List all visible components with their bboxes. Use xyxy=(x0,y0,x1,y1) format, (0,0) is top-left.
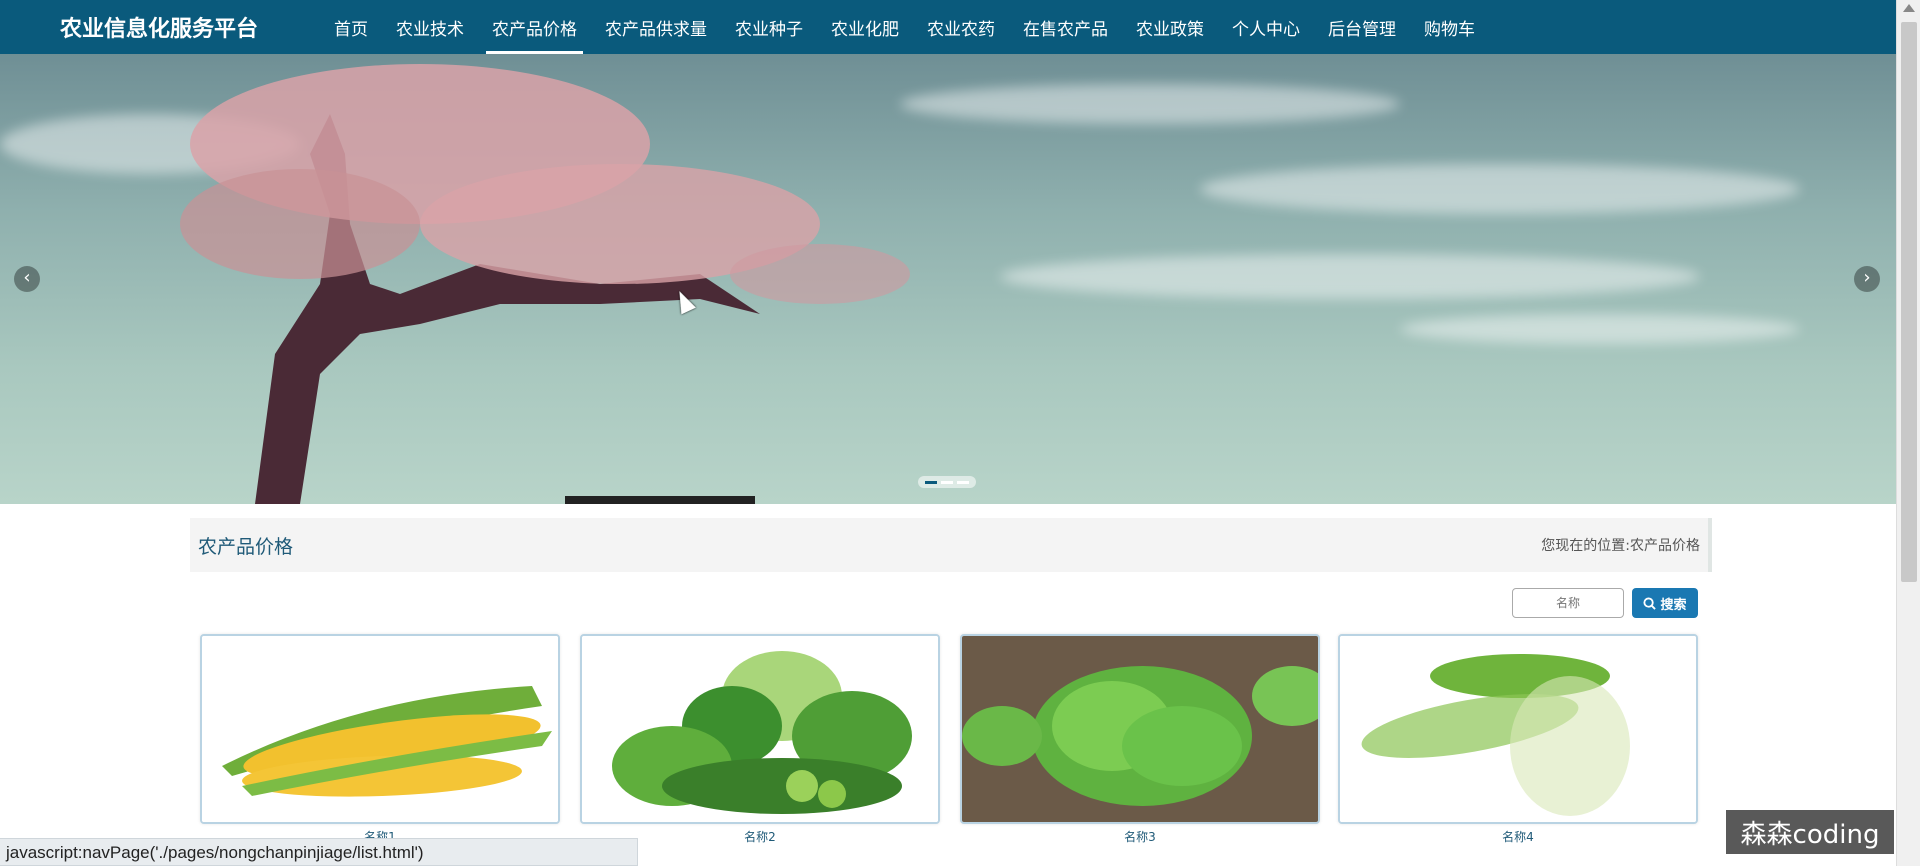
carousel-prev-button[interactable]: ‹ xyxy=(14,266,40,292)
carousel-dot[interactable] xyxy=(941,480,953,484)
nav-item-products-on-sale[interactable]: 在售农产品 xyxy=(1009,0,1122,54)
nav-item-admin[interactable]: 后台管理 xyxy=(1314,0,1410,54)
carousel-dot[interactable] xyxy=(957,480,969,484)
section-title: 农产品价格 xyxy=(198,535,294,558)
nav-item-home[interactable]: 首页 xyxy=(320,0,382,54)
banner-carousel[interactable]: ‹ › xyxy=(0,54,1896,504)
main-nav: 首页 农业技术 农产品价格 农产品供求量 农业种子 农业化肥 农业农药 在售农产… xyxy=(320,0,1489,54)
product-name[interactable]: 名称3 xyxy=(960,828,1320,845)
tree-image xyxy=(180,64,910,504)
bitter-melon-image xyxy=(1340,636,1696,822)
breadcrumb-current[interactable]: 农产品价格 xyxy=(1630,538,1700,554)
vertical-scrollbar[interactable] xyxy=(1896,0,1920,866)
carousel-indicators xyxy=(918,476,976,488)
product-card[interactable] xyxy=(580,634,940,824)
cloud-decoration xyxy=(1200,164,1800,214)
nav-item-supply-demand[interactable]: 农产品供求量 xyxy=(591,0,721,54)
browser-status-bar: javascript:navPage('./pages/nongchanpinj… xyxy=(0,838,638,866)
carousel-next-button[interactable]: › xyxy=(1854,266,1880,292)
cloud-decoration xyxy=(1400,314,1800,344)
vegetables-image xyxy=(582,636,938,822)
search-button[interactable]: 搜索 xyxy=(1632,588,1698,618)
nav-item-personal-center[interactable]: 个人中心 xyxy=(1218,0,1314,54)
breadcrumb-label: 您现在的位置: xyxy=(1541,538,1630,554)
nav-item-pesticide[interactable]: 农业农药 xyxy=(913,0,1009,54)
cloud-decoration xyxy=(1000,254,1700,299)
search-input[interactable] xyxy=(1512,588,1624,618)
nav-item-policy[interactable]: 农业政策 xyxy=(1122,0,1218,54)
nav-item-product-price[interactable]: 农产品价格 xyxy=(478,0,591,54)
nav-item-agri-tech[interactable]: 农业技术 xyxy=(382,0,478,54)
nav-item-fertilizer[interactable]: 农业化肥 xyxy=(817,0,913,54)
corn-image xyxy=(202,636,558,822)
nav-item-cart[interactable]: 购物车 xyxy=(1410,0,1489,54)
section-header: 农产品价格 您现在的位置:农产品价格 xyxy=(190,518,1712,572)
breadcrumb: 您现在的位置:农产品价格 xyxy=(1541,535,1700,555)
search-button-label: 搜索 xyxy=(1660,597,1687,613)
lettuce-image xyxy=(962,636,1318,822)
carousel-dot[interactable] xyxy=(925,480,937,484)
search-icon xyxy=(1643,596,1657,610)
product-card[interactable] xyxy=(960,634,1320,824)
product-card[interactable] xyxy=(200,634,560,824)
brand-title[interactable]: 农业信息化服务平台 xyxy=(60,11,320,43)
scroll-up-icon[interactable] xyxy=(1903,4,1915,12)
nav-item-seeds[interactable]: 农业种子 xyxy=(721,0,817,54)
scrollbar-thumb[interactable] xyxy=(1901,22,1917,582)
top-nav-bar: 农业信息化服务平台 首页 农业技术 农产品价格 农产品供求量 农业种子 农业化肥… xyxy=(0,0,1896,54)
product-card[interactable] xyxy=(1338,634,1698,824)
watermark: 森森coding xyxy=(1726,810,1894,854)
product-name[interactable]: 名称4 xyxy=(1338,828,1698,845)
